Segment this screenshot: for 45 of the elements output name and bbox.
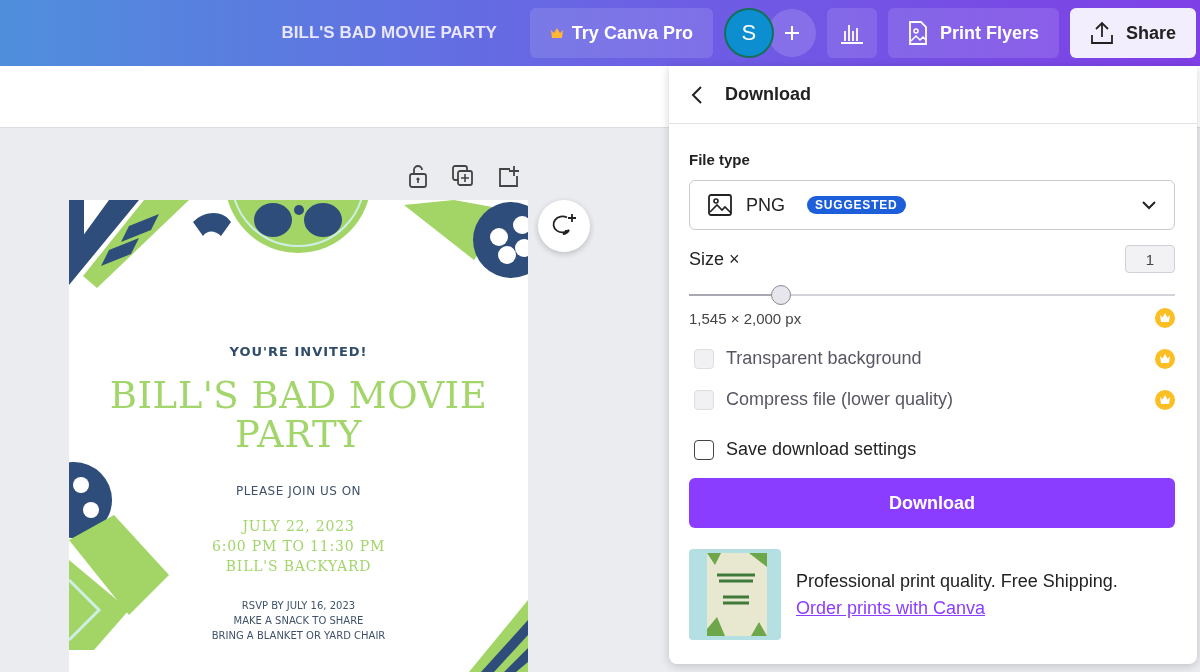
stripes-drawing (469, 600, 528, 672)
flyer-page[interactable]: YOU'RE INVITED! BILL'S BAD MOVIE PARTY PLEASE JOIN US ON JULY 22, 2023 6:00 PM TO 11:30 PM BILL'S BACKYARD RSVP BY JULY 16, 2023 MAKE A SNACK TO SHARE BRING A BLANKET OR YARD CHAIR (69, 200, 528, 672)
print-document-icon (907, 21, 928, 45)
size-label: Size × (689, 248, 740, 270)
add-comment-button[interactable] (538, 200, 590, 252)
duplicate-icon[interactable] (452, 165, 474, 187)
crown-icon (549, 27, 564, 39)
flyer-intro: PLEASE JOIN US ON (235, 484, 362, 498)
upload-icon (1089, 21, 1114, 45)
share-button[interactable]: Share (1069, 8, 1196, 58)
flyer-note: BRING A BLANKET OR YARD CHAIR (211, 629, 386, 643)
event-detail: 6:00 PM TO 11:30 PM (211, 537, 386, 556)
event-detail: JULY 22, 2023 (242, 517, 355, 536)
panel-title: Download (725, 84, 811, 105)
unlock-icon[interactable] (408, 164, 428, 188)
back-chevron-icon[interactable] (691, 84, 703, 105)
file-type-value: PNG (746, 194, 785, 216)
add-page-icon[interactable] (498, 165, 520, 187)
event-detail: BILL'S BACKYARD (225, 557, 372, 576)
flyer-title: BILL'S BAD MOVIE PARTY (108, 376, 489, 454)
design-title[interactable]: BILL'S BAD MOVIE PARTY (281, 23, 497, 43)
image-icon (708, 194, 732, 216)
checkbox[interactable] (694, 439, 714, 460)
promo-text: Professional print quality. Free Shipping. (796, 570, 1118, 592)
size-input[interactable]: 1 (1125, 245, 1175, 273)
try-pro-button[interactable]: Try Canva Pro (529, 8, 713, 58)
order-prints-link[interactable]: Order prints with Canva (796, 597, 1118, 619)
slider-thumb[interactable] (771, 285, 792, 305)
print-flyers-button[interactable]: Print Flyers (887, 8, 1059, 58)
option-label: Save download settings (726, 439, 917, 460)
user-avatar[interactable]: S (723, 8, 774, 58)
download-button[interactable]: Download (689, 478, 1175, 528)
flyer-note: MAKE A SNACK TO SHARE (233, 614, 364, 628)
option-label: Compress file (lower quality) (726, 389, 954, 410)
file-type-dropdown[interactable]: PNG SUGGESTED (689, 180, 1175, 230)
bar-chart-icon (839, 22, 864, 44)
invitation-kicker: YOU'RE INVITED! (229, 344, 368, 359)
plus-icon (782, 24, 801, 42)
insights-button[interactable] (826, 8, 877, 58)
chevron-down-icon (1142, 200, 1156, 210)
flyer-note: RSVP BY JULY 16, 2023 (241, 599, 356, 613)
suggested-badge: SUGGESTED (807, 196, 906, 214)
dimensions-readout: 1,545 × 2,000 px (689, 309, 802, 327)
file-type-label: File type (689, 151, 751, 168)
option-label: Transparent background (726, 348, 922, 369)
